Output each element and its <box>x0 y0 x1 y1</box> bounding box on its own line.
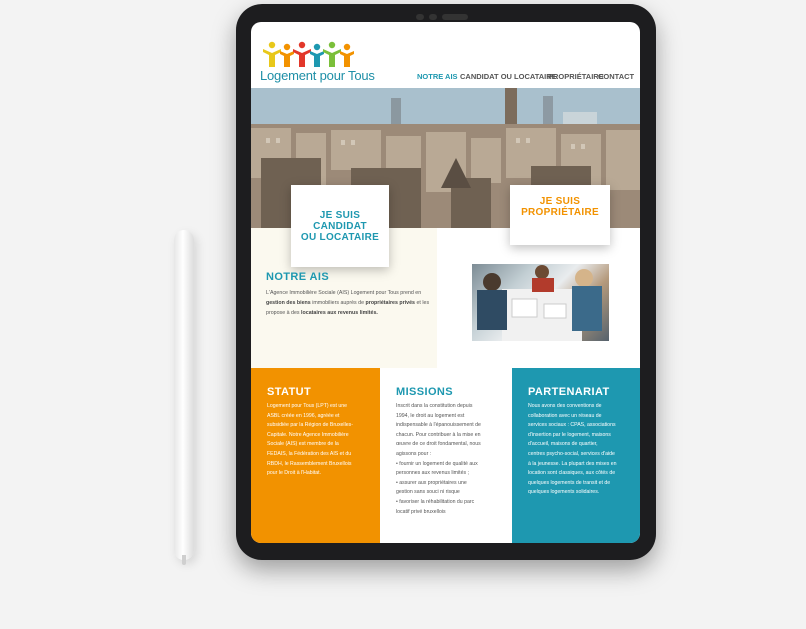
partenariat-title: PARTENARIAT <box>528 386 610 398</box>
tablet-screen: Logement pour Tous NOTRE AIS CANDIDAT OU… <box>251 22 640 543</box>
notre-ais-title: NOTRE AIS <box>266 271 330 283</box>
card-proprietaire[interactable]: JE SUIS PROPRIÉTAIRE <box>510 185 610 245</box>
statut-text: Logement pour Tous (LPT) est une ASBL cr… <box>267 403 353 477</box>
team-meeting-photo <box>472 264 609 341</box>
camera-dot <box>429 14 437 20</box>
card-line: CANDIDAT <box>313 220 367 232</box>
missions-text: Inscrit dans la constitution depuis 1994… <box>396 403 481 515</box>
nav-proprietaire[interactable]: PROPRIÉTAIRE <box>548 72 604 81</box>
statut-section: STATUT Logement pour Tous (LPT) est une … <box>251 368 380 543</box>
partenariat-text: Nous avons des conventions de collaborat… <box>528 403 617 496</box>
card-line: OU LOCATAIRE <box>300 231 380 243</box>
apple-pencil-tip <box>182 555 186 565</box>
card-line: PROPRIÉTAIRE <box>521 207 599 218</box>
notre-ais-text: L'Agence Immobilière Sociale (AIS) Logem… <box>266 290 430 316</box>
card-line: JE SUIS <box>539 196 581 207</box>
logo-people-icon <box>263 41 354 67</box>
nav-contact[interactable]: CONTACT <box>598 72 634 81</box>
card-line: JE SUIS <box>319 209 361 221</box>
logo-text: Logement pour Tous <box>260 68 375 83</box>
nav-notre-ais[interactable]: NOTRE AIS <box>417 72 458 81</box>
camera-sensor <box>442 14 468 20</box>
missions-title: MISSIONS <box>396 386 453 398</box>
nav-candidat-locataire[interactable]: CANDIDAT OU LOCATAIRE <box>460 72 557 81</box>
partenariat-section: PARTENARIAT Nous avons des conventions d… <box>512 368 640 543</box>
missions-section: MISSIONS Inscrit dans la constitution de… <box>380 368 512 543</box>
apple-pencil <box>174 230 194 560</box>
camera-dot <box>416 14 424 20</box>
card-candidat-locataire[interactable]: JE SUIS CANDIDAT OU LOCATAIRE <box>291 185 389 267</box>
site-logo[interactable]: Logement pour Tous <box>260 40 375 88</box>
statut-title: STATUT <box>267 386 312 398</box>
